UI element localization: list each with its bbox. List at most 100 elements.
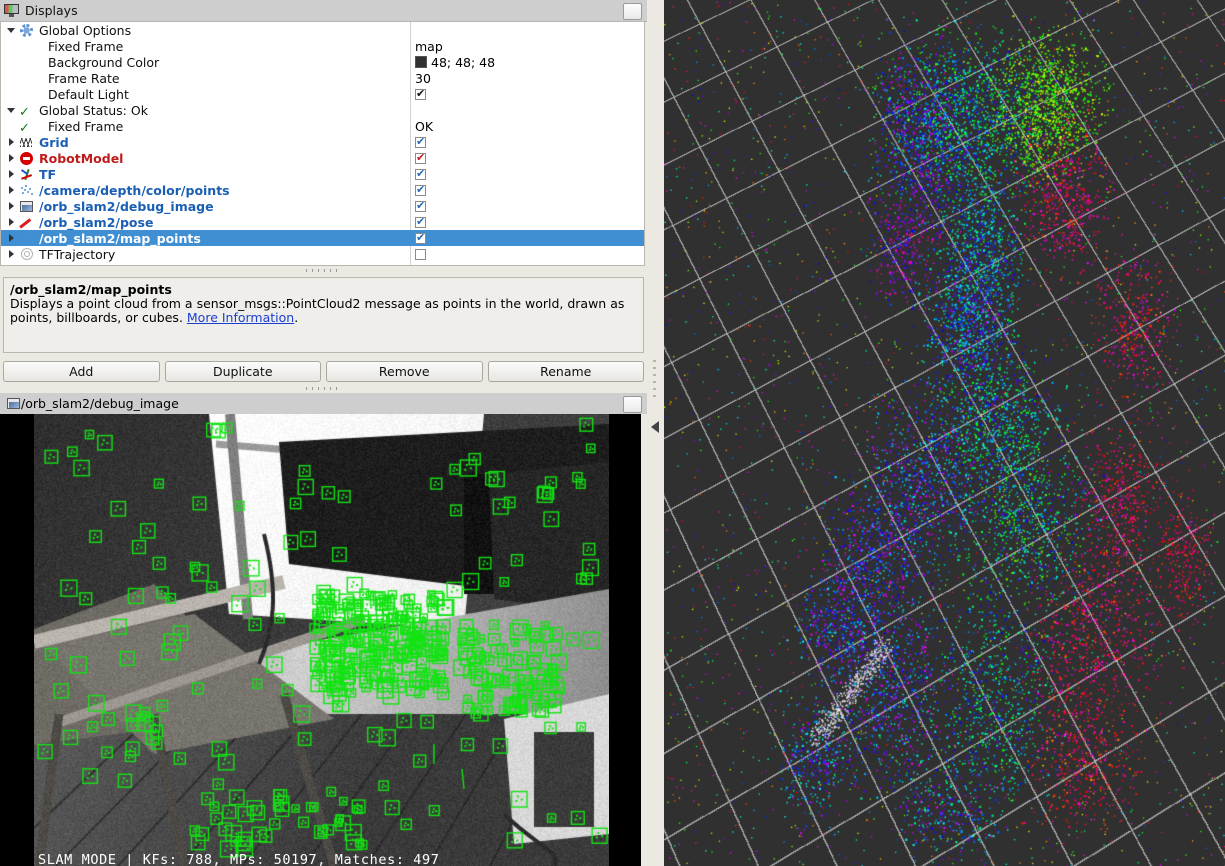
pointcloud-icon: [19, 184, 34, 197]
tree-item-label: TF: [39, 166, 57, 182]
tree-item-label: Global Options: [39, 22, 132, 38]
visibility-checkbox[interactable]: [415, 248, 426, 260]
tree-item-value: 30: [415, 70, 431, 86]
tree-item-tf[interactable]: TF: [1, 166, 644, 182]
slam-status-overlay: SLAM MODE | KFs: 788, MPs: 50197, Matche…: [38, 852, 440, 866]
tree-item-global-options[interactable]: Global Options: [1, 22, 644, 38]
splitter-grip-icon: [305, 269, 342, 272]
status-ok-check-icon: ✓: [19, 104, 30, 120]
float-panel-button[interactable]: [623, 396, 642, 413]
tree-item-tftrajectory[interactable]: TFTrajectory: [1, 246, 644, 262]
chevron-right-icon[interactable]: [7, 201, 16, 211]
visibility-checkbox[interactable]: [415, 87, 426, 100]
tree-item-value: 48; 48; 48: [431, 54, 496, 70]
visibility-checkbox[interactable]: [415, 167, 426, 180]
add-button[interactable]: Add: [3, 361, 160, 382]
color-swatch[interactable]: [415, 56, 427, 68]
displays-tree[interactable]: Global Options Fixed Frame map Background C…: [0, 21, 645, 266]
rename-button[interactable]: Rename: [487, 361, 644, 382]
splitter-grip-icon: [305, 387, 342, 390]
tree-icon-spacer: [19, 88, 34, 101]
displays-image-splitter[interactable]: [0, 384, 647, 393]
chevron-right-icon[interactable]: [7, 233, 16, 243]
tree-item-value-cell: [415, 230, 426, 246]
chevron-right-icon[interactable]: [7, 185, 16, 195]
tree-item-value-cell: [415, 198, 426, 214]
tree-item-frame-rate[interactable]: Frame Rate 30: [1, 70, 644, 86]
tree-item-label: Fixed Frame: [48, 38, 124, 54]
tree-icon-spacer: [19, 72, 34, 85]
description-text-after-link: .: [294, 310, 299, 325]
tree-item-default-light[interactable]: Default Light: [1, 86, 644, 102]
tree-item-label: Frame Rate: [48, 70, 120, 86]
displays-panel-titlebar: Displays: [0, 0, 647, 22]
tree-item-orb-slam2-pose[interactable]: /orb_slam2/pose: [1, 214, 644, 230]
robot-error-icon: [19, 151, 34, 165]
chevron-right-icon[interactable]: [7, 137, 16, 147]
displays-panel-title: Displays: [25, 3, 78, 18]
chevron-down-icon[interactable]: [7, 106, 16, 115]
debug-image-view[interactable]: SLAM MODE | KFs: 788, MPs: 50197, Matche…: [0, 414, 641, 866]
tree-item-value-cell: 30: [415, 70, 431, 86]
image-icon: [19, 200, 34, 213]
display-description-panel: /orb_slam2/map_points Displays a point c…: [3, 277, 644, 353]
tf-axes-icon: [19, 168, 34, 181]
more-information-link[interactable]: More Information: [187, 310, 294, 325]
duplicate-button[interactable]: Duplicate: [164, 361, 321, 382]
map-points-cloud: [664, 0, 1225, 866]
description-text-before-link: Displays a point cloud from a sensor_msg…: [10, 296, 625, 325]
tree-item-orb-slam2-map-points[interactable]: /orb_slam2/map_points: [1, 230, 644, 246]
tree-item-camera-depth-color-points[interactable]: /camera/depth/color/points: [1, 182, 644, 198]
image-icon: [6, 397, 21, 410]
tree-item-robotmodel[interactable]: RobotModel: [1, 150, 644, 166]
tree-item-value-cell: [415, 166, 426, 182]
remove-button[interactable]: Remove: [326, 361, 483, 382]
debug-image-dock: /orb_slam2/debug_image SLAM MODE | KFs: …: [0, 393, 647, 866]
tree-item-label: /orb_slam2/map_points: [39, 230, 201, 246]
collapse-left-arrow-icon[interactable]: [651, 421, 659, 433]
description-body: Displays a point cloud from a sensor_msg…: [10, 297, 637, 325]
tree-item-label: /orb_slam2/debug_image: [39, 198, 214, 214]
status-ok-check-icon: ✓: [19, 120, 30, 136]
chevron-right-icon[interactable]: [7, 217, 16, 227]
chevron-right-icon[interactable]: [7, 153, 16, 163]
displays-dock: Displays Global Options Fixed Frame map Bac…: [0, 0, 647, 866]
tree-item-label: RobotModel: [39, 150, 124, 166]
tree-item-value-cell: [415, 182, 426, 198]
tree-item-label: Fixed Frame: [48, 118, 124, 134]
visibility-checkbox[interactable]: [415, 199, 426, 212]
tree-icon-spacer: [19, 40, 34, 53]
tree-item-label: Background Color: [48, 54, 160, 70]
tree-item-label: TFTrajectory: [39, 246, 116, 262]
display-action-buttons: Add Duplicate Remove Rename: [3, 361, 644, 382]
visibility-checkbox[interactable]: [415, 231, 426, 244]
tree-item-label: Grid: [39, 134, 69, 150]
visibility-checkbox[interactable]: [415, 151, 426, 164]
tree-item-value-cell: [415, 214, 426, 230]
tree-item-fixed-frame[interactable]: Fixed Frame map: [1, 38, 644, 54]
monitor-icon: [4, 4, 19, 17]
float-panel-button[interactable]: [623, 3, 642, 20]
description-title: /orb_slam2/map_points: [10, 282, 172, 297]
chevron-right-icon[interactable]: [7, 169, 16, 179]
tree-item-value-cell: 48; 48; 48: [415, 54, 495, 70]
visibility-checkbox[interactable]: [415, 215, 426, 228]
tree-item-fixed-frame[interactable]: ✓ Fixed Frame OK: [1, 118, 644, 136]
visibility-checkbox[interactable]: [415, 183, 426, 196]
chevron-right-icon[interactable]: [7, 249, 16, 259]
tree-description-splitter[interactable]: [0, 266, 647, 275]
tree-item-orb-slam2-debug-image[interactable]: /orb_slam2/debug_image: [1, 198, 644, 214]
3d-render-view[interactable]: [664, 0, 1225, 866]
dock-collapse-handle[interactable]: [647, 0, 665, 866]
tree-item-grid[interactable]: Grid: [1, 134, 644, 150]
tree-icon-spacer: [19, 56, 34, 69]
visibility-checkbox[interactable]: [415, 135, 426, 148]
grid-icon: [19, 136, 34, 149]
tree-item-value-cell: [415, 86, 426, 102]
camera-feature-image: [34, 414, 609, 866]
chevron-down-icon[interactable]: [7, 26, 16, 35]
tree-item-background-color[interactable]: Background Color 48; 48; 48: [1, 54, 644, 70]
tree-item-global-status-ok[interactable]: ✓ Global Status: Ok: [1, 102, 644, 120]
